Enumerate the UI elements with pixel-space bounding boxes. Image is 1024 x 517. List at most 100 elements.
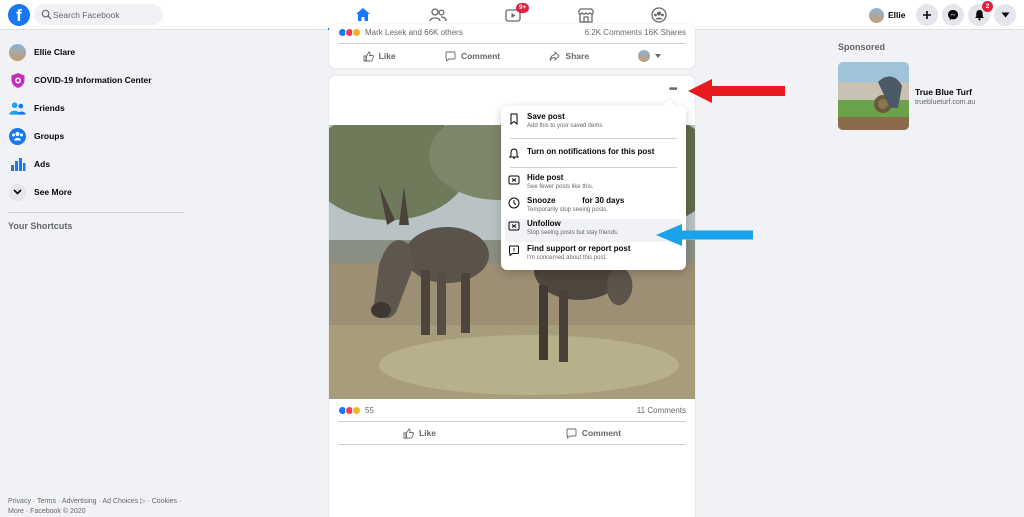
caret-down-icon [655,54,662,58]
divider [510,138,677,139]
avatar [869,7,884,23]
comment-label: Comment [460,51,501,61]
share-audience-selector[interactable] [638,50,662,62]
sidebar-item-label: Groups [34,131,65,141]
menu-item-title: Snooze for 30 days [527,196,625,205]
sidebar-item-covid[interactable]: COVID-19 Information Center [0,66,190,94]
search-box[interactable] [34,4,163,25]
comment-label: Comment [581,428,622,438]
sidebar-item-label: Friends [34,103,65,113]
create-button[interactable] [916,4,938,26]
bell-icon [974,10,984,21]
menu-item-title: Turn on notifications for this post [527,147,655,156]
comment-button[interactable]: Comment [566,428,621,439]
messenger-button[interactable] [942,4,964,26]
share-icon [549,50,561,61]
bell-icon [508,148,520,159]
menu-item-title: Find support or report post [527,244,631,253]
menu-item-notifications[interactable]: Turn on notifications for this post [505,147,682,160]
reaction-icons [338,28,361,37]
post-actions: Like Comment Share [338,45,686,67]
sidebar-item-profile[interactable]: Ellie Clare [0,38,190,66]
sidebar-item-label: COVID-19 Information Center [34,75,152,85]
menu-item-save-post[interactable]: Save post Add this to your saved items [505,112,682,130]
unfollow-icon [508,221,520,231]
comment-button[interactable]: Comment [445,51,500,62]
menu-item-subtitle: Add this to your saved items [527,123,603,129]
comment-icon [566,428,577,439]
account-menu-button[interactable] [994,4,1016,26]
covid-shield-icon [9,72,26,89]
groups-icon [9,127,26,145]
profile-name: Ellie [888,10,906,20]
avatar [638,50,651,62]
profile-chip[interactable]: Ellie [869,5,905,25]
friends-icon [429,8,447,22]
like-label: Like [418,428,436,438]
comments-count[interactable]: 11 Comments [637,406,686,415]
reactions-text: Mark Lesek and 66K others [365,28,463,37]
footer-links[interactable]: Privacy · Terms · Advertising · Ad Choic… [8,497,198,507]
thumbs-up-icon [363,51,374,61]
sponsored-heading: Sponsored [838,42,886,52]
search-input[interactable] [53,4,159,25]
sidebar-item-label: Ellie Clare [34,47,76,57]
plus-icon [923,11,931,19]
reaction-icons [338,406,361,415]
sidebar-item-ads[interactable]: Ads [0,150,190,178]
post-options-icon[interactable]: ••• [669,85,683,96]
blue-arrow-icon [656,224,753,246]
search-icon [41,9,52,20]
thumbs-up-icon [403,428,414,438]
left-footer: Privacy · Terms · Advertising · Ad Choic… [8,497,198,517]
ads-chart-icon [9,156,26,173]
footer-copyright[interactable]: More · Facebook © 2020 [8,507,198,517]
sidebar-item-see-more[interactable]: See More [0,178,190,206]
turf-photo [838,62,909,130]
like-button[interactable]: Like [403,428,436,439]
divider [338,43,686,44]
comment-icon [445,51,456,62]
notifications-badge: 2 [982,1,993,12]
menu-item-hide-post[interactable]: Hide post See fewer posts like this. [505,173,682,191]
notifications-button[interactable]: 2 [968,1,993,26]
marketplace-icon [578,7,594,23]
menu-item-subtitle: See fewer posts like this. [527,184,594,190]
left-sidebar: Ellie Clare COVID-19 Information Center … [0,38,190,231]
divider [338,444,686,445]
facebook-logo[interactable]: f [8,4,30,26]
ad-url[interactable]: trueblueturf.com.au [915,99,975,106]
avatar [9,43,26,61]
reactions-summary[interactable]: Mark Lesek and 66K others [338,28,463,37]
ad-title[interactable]: True Blue Turf [915,87,972,97]
messenger-icon [948,10,958,20]
report-icon [509,245,519,257]
menu-item-subtitle: Temporarily stop seeing posts. [527,207,609,213]
divider [510,167,677,168]
post-stats[interactable]: 6.2K Comments 16K Shares [585,28,686,37]
share-button[interactable]: Share [549,50,590,62]
like-label: Like [378,51,396,61]
menu-item-title: Hide post [527,173,564,182]
shortcuts-heading: Your Shortcuts [8,221,73,231]
sidebar-item-label: Ads [34,159,51,169]
red-arrow-icon [688,79,785,103]
haha-reaction-icon [352,28,361,37]
groups-icon [651,7,667,23]
reactions-summary[interactable]: 55 [338,406,374,415]
home-icon [356,7,370,21]
post-actions: Like Comment [338,422,686,444]
ad-image[interactable] [838,62,909,130]
sidebar-item-label: See More [34,187,72,197]
menu-item-title: Save post [527,112,565,121]
menu-item-snooze[interactable]: Snooze for 30 days Temporarily stop seein… [505,196,682,214]
reaction-count: 55 [365,406,374,415]
menu-item-title: Unfollow [527,219,561,228]
sidebar-item-groups[interactable]: Groups [0,122,190,150]
share-label: Share [565,51,590,61]
like-button[interactable]: Like [363,51,396,62]
post-card-previous: Mark Lesek and 66K others 6.2K Comments … [329,24,695,68]
friends-icon [9,100,26,117]
bookmark-icon [510,113,518,125]
sidebar-item-friends[interactable]: Friends [0,94,190,122]
